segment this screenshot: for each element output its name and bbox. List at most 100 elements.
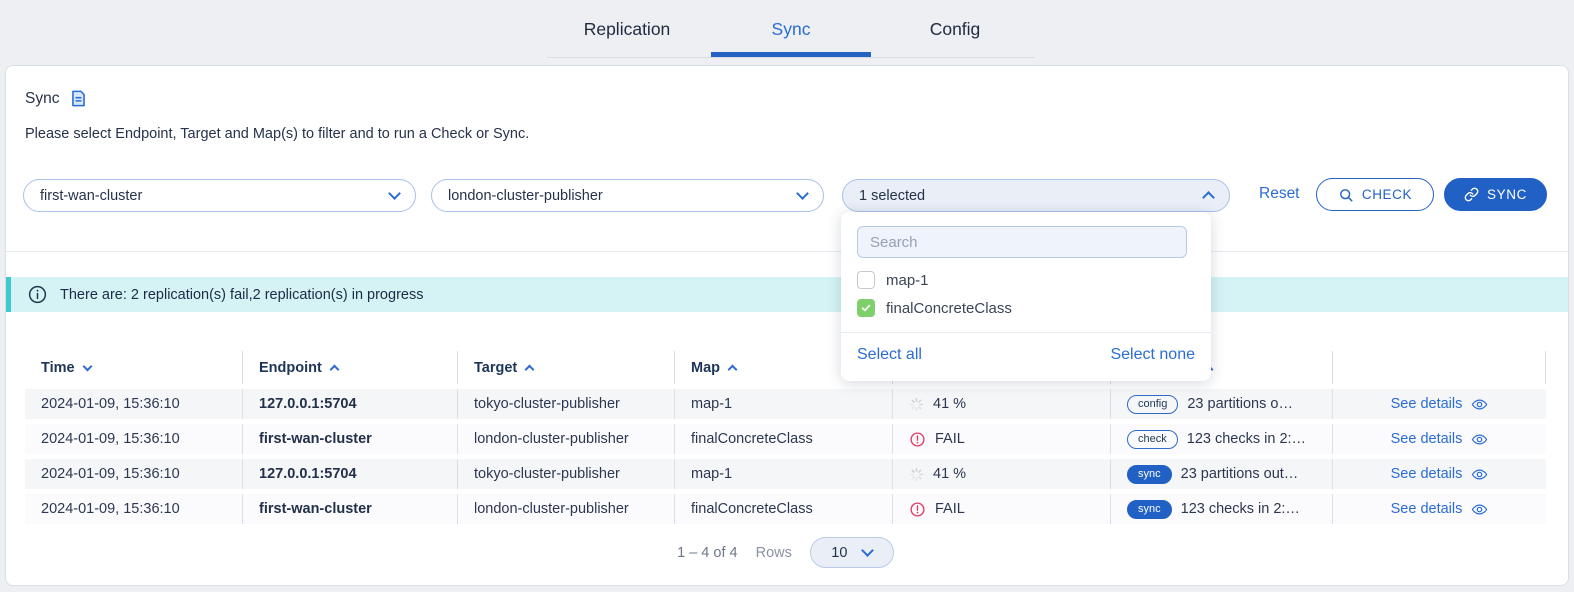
info-icon [27, 284, 48, 305]
sync-button-label: SYNC [1487, 187, 1527, 202]
panel-description: Please select Endpoint, Target and Map(s… [25, 126, 529, 142]
time-cell: 2024-01-09, 15:36:10 [25, 494, 242, 524]
tab-replication[interactable]: Replication [547, 6, 707, 57]
operation-badge: check [1127, 430, 1178, 449]
page-range: 1 – 4 of 4 [677, 545, 737, 561]
details-cell[interactable]: See details [1332, 424, 1546, 454]
info-banner: There are: 2 replication(s) fail,2 repli… [6, 277, 1568, 312]
operation-badge: sync [1127, 465, 1172, 484]
map-option[interactable]: map-1 [841, 266, 1211, 294]
status-text: FAIL [935, 501, 965, 517]
rows-per-page-select[interactable]: 10 [810, 537, 894, 568]
eye-icon [1471, 501, 1488, 518]
divider [6, 251, 1568, 252]
eye-icon [1471, 431, 1488, 448]
spinner-icon [909, 397, 924, 412]
error-icon [909, 431, 926, 448]
column-header-label: Target [474, 360, 517, 376]
maps-options-list: map-1 finalConcreteClass [841, 266, 1211, 322]
endpoint-select[interactable]: first-wan-cluster [23, 179, 416, 212]
message-text: 23 partitions o… [1187, 396, 1293, 412]
column-header-target[interactable]: Target [457, 351, 674, 384]
target-cell: tokyo-cluster-publisher [457, 459, 674, 489]
error-icon [909, 501, 926, 518]
table-body: 2024-01-09, 15:36:10 127.0.0.1:5704 toky… [25, 389, 1546, 524]
info-banner-text: There are: 2 replication(s) fail,2 repli… [60, 287, 423, 303]
message-cell: sync 123 checks in 2:… [1110, 494, 1332, 524]
checkbox[interactable] [857, 271, 875, 289]
see-details-link[interactable]: See details [1391, 501, 1463, 517]
status-text: 41 % [933, 466, 966, 482]
column-header-label: Endpoint [259, 360, 322, 376]
checkbox[interactable] [857, 299, 875, 317]
see-details-link[interactable]: See details [1391, 466, 1463, 482]
rows-per-page-label: Rows [756, 545, 792, 561]
sort-desc-icon [82, 361, 92, 371]
reset-button[interactable]: Reset [1259, 185, 1300, 203]
status-cell: FAIL [892, 424, 1110, 454]
table-row: 2024-01-09, 15:36:10 127.0.0.1:5704 toky… [25, 389, 1546, 419]
chevron-up-icon [1202, 191, 1215, 204]
target-select-value: london-cluster-publisher [448, 188, 603, 204]
table-header-row: TimeEndpointTargetMap [25, 351, 1546, 384]
column-header-label: Time [41, 360, 75, 376]
column-header-time[interactable]: Time [25, 351, 242, 384]
document-icon [69, 89, 88, 108]
endpoint-cell: 127.0.0.1:5704 [242, 389, 457, 419]
message-cell: sync 23 partitions out… [1110, 459, 1332, 489]
rows-per-page-value: 10 [831, 545, 847, 561]
maps-multiselect[interactable]: 1 selected [842, 179, 1230, 212]
column-header-blank-6 [1332, 351, 1546, 384]
message-cell: config 23 partitions o… [1110, 389, 1332, 419]
table-row: 2024-01-09, 15:36:10 127.0.0.1:5704 toky… [25, 459, 1546, 489]
see-details-link[interactable]: See details [1391, 396, 1463, 412]
chevron-down-icon [796, 187, 809, 200]
target-select[interactable]: london-cluster-publisher [431, 179, 824, 212]
check-button[interactable]: CHECK [1316, 178, 1434, 211]
map-cell: map-1 [674, 459, 892, 489]
map-cell: finalConcreteClass [674, 424, 892, 454]
map-option[interactable]: finalConcreteClass [841, 294, 1211, 322]
eye-icon [1471, 396, 1488, 413]
tab-bar: ReplicationSyncConfig [547, 6, 1035, 58]
message-text: 123 checks in 2:… [1181, 501, 1300, 517]
map-option-label: finalConcreteClass [886, 300, 1012, 317]
message-text: 23 partitions out… [1181, 466, 1299, 482]
time-cell: 2024-01-09, 15:36:10 [25, 459, 242, 489]
maps-multiselect-value: 1 selected [859, 188, 925, 204]
status-text: FAIL [935, 431, 965, 447]
map-cell: map-1 [674, 389, 892, 419]
chevron-down-icon [862, 544, 875, 557]
details-cell[interactable]: See details [1332, 494, 1546, 524]
message-text: 123 checks in 2:… [1187, 431, 1306, 447]
spinner-icon [909, 467, 924, 482]
sort-asc-icon [329, 364, 339, 374]
pagination: 1 – 4 of 4 Rows 10 [25, 536, 1546, 569]
page-title: Sync [25, 90, 59, 108]
see-details-link[interactable]: See details [1391, 431, 1463, 447]
time-cell: 2024-01-09, 15:36:10 [25, 424, 242, 454]
status-cell: FAIL [892, 494, 1110, 524]
select-all-button[interactable]: Select all [857, 346, 922, 364]
map-cell: finalConcreteClass [674, 494, 892, 524]
operation-badge: sync [1127, 500, 1172, 519]
target-cell: tokyo-cluster-publisher [457, 389, 674, 419]
details-cell[interactable]: See details [1332, 389, 1546, 419]
column-header-endpoint[interactable]: Endpoint [242, 351, 457, 384]
status-cell: 41 % [892, 459, 1110, 489]
tab-config[interactable]: Config [875, 6, 1035, 57]
endpoint-cell: first-wan-cluster [242, 494, 457, 524]
tab-sync[interactable]: Sync [711, 6, 871, 57]
select-none-button[interactable]: Select none [1110, 346, 1195, 364]
time-cell: 2024-01-09, 15:36:10 [25, 389, 242, 419]
details-cell[interactable]: See details [1332, 459, 1546, 489]
endpoint-cell: 127.0.0.1:5704 [242, 459, 457, 489]
sync-panel: Sync Please select Endpoint, Target and … [5, 65, 1569, 586]
sync-button[interactable]: SYNC [1444, 178, 1547, 211]
search-input[interactable] [857, 226, 1187, 258]
sort-asc-icon [525, 364, 535, 374]
sort-asc-icon [728, 364, 738, 374]
operation-badge: config [1127, 395, 1178, 414]
status-cell: 41 % [892, 389, 1110, 419]
map-option-label: map-1 [886, 272, 929, 289]
